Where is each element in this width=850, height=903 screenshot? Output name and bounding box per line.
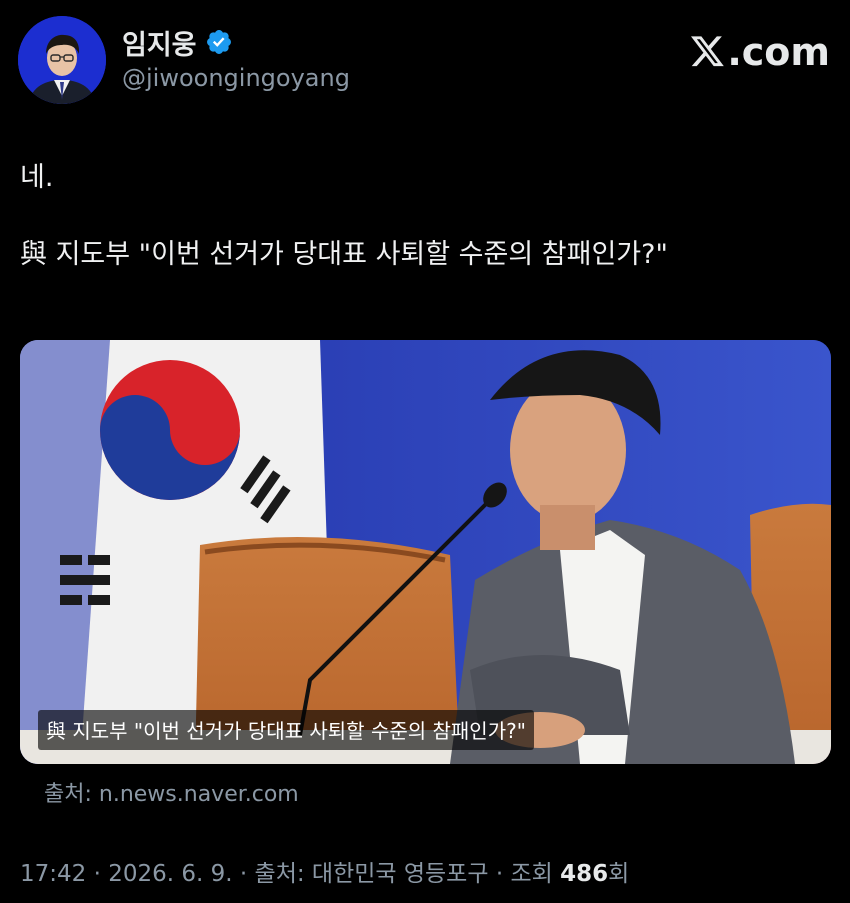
display-name-row: 임지웅: [122, 23, 350, 62]
tweet-location: 출처: 대한민국 영등포구: [254, 861, 489, 887]
media-source[interactable]: 출처: n.news.naver.com: [44, 776, 299, 808]
tweet-line-2: 與 지도부 "이번 선거가 당대표 사퇴할 수준의 참패인가?": [20, 239, 668, 271]
tweet-date[interactable]: 2026. 6. 9.: [108, 861, 232, 887]
media-card[interactable]: 與 지도부 "이번 선거가 당대표 사퇴할 수준의 참패인가?": [20, 340, 831, 764]
profile-photo: [18, 16, 106, 104]
display-name[interactable]: 임지웅: [122, 23, 197, 62]
tweet-header: 임지웅 @jiwoongingoyang .com: [18, 16, 832, 106]
user-block: 임지웅 @jiwoongingoyang: [122, 23, 350, 93]
tweet-meta: 17:42 · 2026. 6. 9. · 출처: 대한민국 영등포구 · 조회…: [20, 854, 629, 888]
verified-badge-icon: [206, 30, 231, 54]
meta-separator: ·: [488, 861, 511, 887]
brand-domain: .com: [727, 30, 830, 74]
avatar[interactable]: [18, 16, 106, 104]
tweet-line-1: 네.: [20, 162, 54, 193]
views-count: 486: [560, 861, 609, 887]
brand-logo[interactable]: .com: [691, 30, 830, 74]
news-photo: [20, 340, 831, 764]
user-handle[interactable]: @jiwoongingoyang: [122, 64, 350, 92]
views-label: 조회: [510, 861, 553, 887]
media-caption: 與 지도부 "이번 선거가 당대표 사퇴할 수준의 참패인가?": [38, 710, 534, 750]
meta-separator: ·: [86, 861, 109, 887]
meta-separator: ·: [232, 861, 255, 887]
x-logo-icon: [691, 36, 725, 67]
tweet-body: 네. 與 지도부 "이번 선거가 당대표 사퇴할 수준의 참패인가?": [20, 158, 830, 274]
views-suffix: 회: [608, 861, 630, 887]
tweet-time[interactable]: 17:42: [20, 861, 86, 887]
